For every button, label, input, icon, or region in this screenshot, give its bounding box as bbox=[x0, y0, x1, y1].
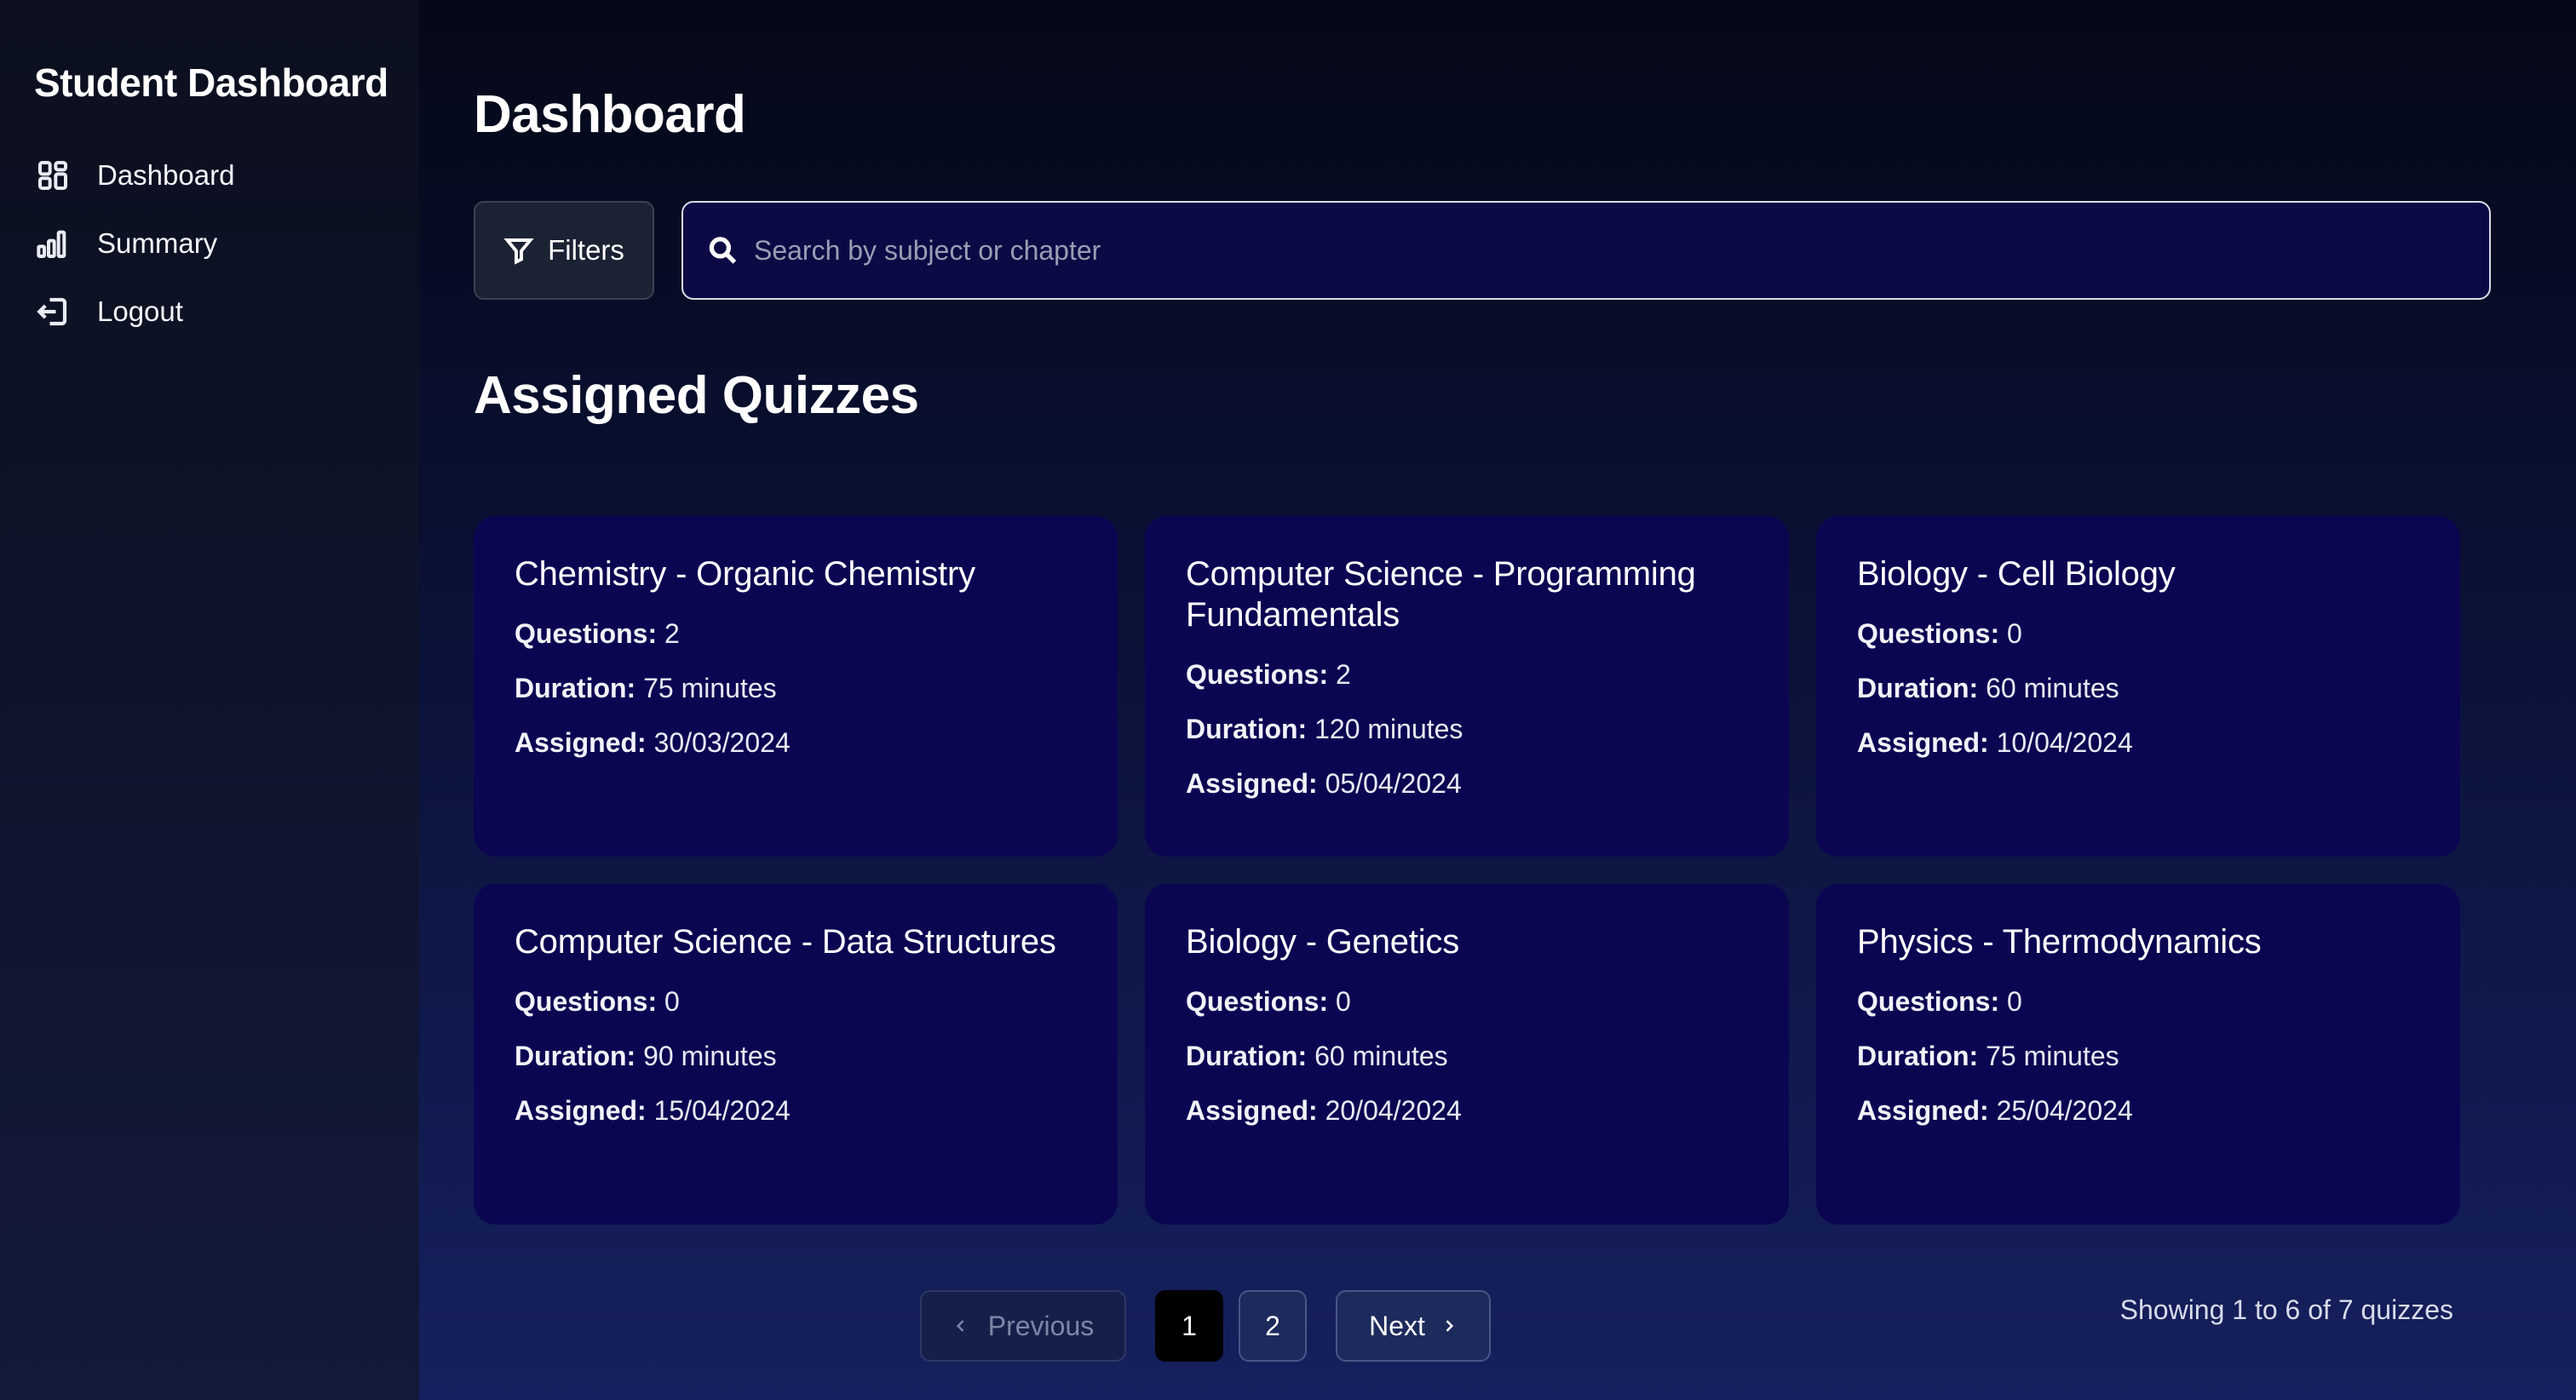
quiz-questions: Questions: 0 bbox=[515, 974, 1077, 1029]
quiz-card[interactable]: Computer Science - Data Structures Quest… bbox=[474, 884, 1118, 1225]
logout-icon bbox=[34, 293, 72, 330]
sidebar-title: Student Dashboard bbox=[34, 60, 388, 105]
sidebar-item-summary[interactable]: Summary bbox=[34, 209, 419, 278]
assigned-label: Assigned: bbox=[515, 1095, 647, 1126]
next-button[interactable]: Next bbox=[1336, 1290, 1491, 1362]
duration-value: 60 minutes bbox=[1986, 673, 2119, 703]
assigned-label: Assigned: bbox=[1186, 768, 1318, 799]
assigned-value: 20/04/2024 bbox=[1325, 1095, 1462, 1126]
assigned-value: 10/04/2024 bbox=[1996, 727, 2133, 758]
quiz-card[interactable]: Biology - Genetics Questions: 0 Duration… bbox=[1145, 884, 1789, 1225]
quiz-assigned: Assigned: 10/04/2024 bbox=[1857, 715, 2419, 770]
questions-label: Questions: bbox=[1186, 986, 1329, 1017]
quiz-assigned: Assigned: 25/04/2024 bbox=[1857, 1083, 2419, 1138]
questions-value: 0 bbox=[2007, 618, 2022, 649]
assigned-value: 05/04/2024 bbox=[1325, 768, 1462, 799]
section-title: Assigned Quizzes bbox=[474, 366, 919, 425]
toolbar: Filters bbox=[474, 201, 2491, 300]
duration-value: 120 minutes bbox=[1314, 714, 1463, 744]
quiz-card[interactable]: Chemistry - Organic Chemistry Questions:… bbox=[474, 516, 1118, 857]
next-label: Next bbox=[1369, 1310, 1425, 1341]
assigned-value: 15/04/2024 bbox=[653, 1095, 791, 1126]
assigned-label: Assigned: bbox=[515, 727, 647, 758]
questions-value: 0 bbox=[2007, 986, 2022, 1017]
questions-value: 0 bbox=[1336, 986, 1351, 1017]
assigned-value: 25/04/2024 bbox=[1996, 1095, 2133, 1126]
quiz-title: Chemistry - Organic Chemistry bbox=[515, 555, 975, 593]
quiz-questions: Questions: 0 bbox=[1186, 974, 1748, 1029]
quiz-duration: Duration: 75 minutes bbox=[515, 661, 1077, 715]
duration-label: Duration: bbox=[515, 1041, 636, 1071]
duration-value: 60 minutes bbox=[1314, 1041, 1448, 1071]
questions-label: Questions: bbox=[515, 986, 658, 1017]
bar-chart-icon bbox=[34, 225, 72, 262]
quiz-assigned: Assigned: 15/04/2024 bbox=[515, 1083, 1077, 1138]
duration-value: 75 minutes bbox=[643, 673, 777, 703]
duration-value: 90 minutes bbox=[643, 1041, 777, 1071]
filter-icon bbox=[503, 238, 534, 265]
quiz-card[interactable]: Biology - Cell Biology Questions: 0 Dura… bbox=[1816, 516, 2460, 857]
duration-label: Duration: bbox=[515, 673, 636, 703]
duration-label: Duration: bbox=[1857, 1041, 1979, 1071]
pagination: Previous 1 2 Next bbox=[920, 1290, 1491, 1362]
quiz-title: Biology - Cell Biology bbox=[1857, 555, 2176, 593]
questions-value: 0 bbox=[664, 986, 680, 1017]
quiz-grid: Chemistry - Organic Chemistry Questions:… bbox=[474, 516, 2491, 1225]
duration-label: Duration: bbox=[1857, 673, 1979, 703]
duration-label: Duration: bbox=[1186, 1041, 1308, 1071]
quiz-duration: Duration: 60 minutes bbox=[1186, 1029, 1748, 1083]
search-input[interactable] bbox=[751, 233, 2489, 267]
quiz-assigned: Assigned: 05/04/2024 bbox=[1186, 756, 1748, 811]
quiz-questions: Questions: 0 bbox=[1857, 974, 2419, 1029]
page-title: Dashboard bbox=[474, 85, 746, 144]
sidebar-item-logout[interactable]: Logout bbox=[34, 278, 419, 346]
sidebar-item-label: Summary bbox=[97, 227, 218, 259]
questions-label: Questions: bbox=[1857, 618, 2000, 649]
quiz-card[interactable]: Computer Science - Programming Fundament… bbox=[1145, 516, 1789, 857]
filters-button[interactable]: Filters bbox=[474, 201, 654, 300]
duration-label: Duration: bbox=[1186, 714, 1308, 744]
questions-label: Questions: bbox=[1857, 986, 2000, 1017]
quiz-assigned: Assigned: 30/03/2024 bbox=[515, 715, 1077, 770]
questions-value: 2 bbox=[664, 618, 680, 649]
quiz-questions: Questions: 2 bbox=[515, 606, 1077, 661]
quiz-assigned: Assigned: 20/04/2024 bbox=[1186, 1083, 1748, 1138]
dashboard-grid-icon bbox=[34, 157, 72, 194]
quiz-title: Computer Science - Programming Fundament… bbox=[1186, 555, 1696, 634]
page-button-2[interactable]: 2 bbox=[1239, 1290, 1307, 1362]
quiz-title: Computer Science - Data Structures bbox=[515, 923, 1056, 961]
main-content: Dashboard Filters Assigned Quizzes Chemi… bbox=[419, 0, 2576, 1400]
chevron-left-icon bbox=[956, 1320, 964, 1332]
quiz-questions: Questions: 2 bbox=[1186, 647, 1748, 702]
filters-label: Filters bbox=[548, 234, 624, 266]
pagination-summary: Showing 1 to 6 of 7 quizzes bbox=[2119, 1294, 2453, 1325]
sidebar-item-label: Dashboard bbox=[97, 159, 235, 191]
quiz-title: Biology - Genetics bbox=[1186, 923, 1459, 961]
sidebar-item-label: Logout bbox=[97, 295, 183, 327]
sidebar: Student Dashboard Dashboard Summary Logo… bbox=[0, 0, 419, 1400]
assigned-value: 30/03/2024 bbox=[653, 727, 791, 758]
quiz-duration: Duration: 120 minutes bbox=[1186, 702, 1748, 756]
quiz-questions: Questions: 0 bbox=[1857, 606, 2419, 661]
search-icon bbox=[709, 237, 737, 264]
assigned-label: Assigned: bbox=[1857, 727, 1989, 758]
quiz-duration: Duration: 90 minutes bbox=[515, 1029, 1077, 1083]
questions-value: 2 bbox=[1336, 659, 1351, 690]
app-root: Student Dashboard Dashboard Summary Logo… bbox=[0, 0, 2576, 1400]
previous-button[interactable]: Previous bbox=[920, 1290, 1126, 1362]
assigned-label: Assigned: bbox=[1857, 1095, 1989, 1126]
questions-label: Questions: bbox=[515, 618, 658, 649]
duration-value: 75 minutes bbox=[1986, 1041, 2119, 1071]
assigned-label: Assigned: bbox=[1186, 1095, 1318, 1126]
search-box bbox=[681, 201, 2491, 300]
quiz-card[interactable]: Physics - Thermodynamics Questions: 0 Du… bbox=[1816, 884, 2460, 1225]
questions-label: Questions: bbox=[1186, 659, 1329, 690]
quiz-title: Physics - Thermodynamics bbox=[1857, 923, 2262, 961]
sidebar-item-dashboard[interactable]: Dashboard bbox=[34, 141, 419, 209]
quiz-duration: Duration: 75 minutes bbox=[1857, 1029, 2419, 1083]
chevron-right-icon bbox=[1446, 1320, 1453, 1332]
previous-label: Previous bbox=[987, 1310, 1095, 1341]
page-button-1[interactable]: 1 bbox=[1155, 1290, 1223, 1362]
quiz-duration: Duration: 60 minutes bbox=[1857, 661, 2419, 715]
